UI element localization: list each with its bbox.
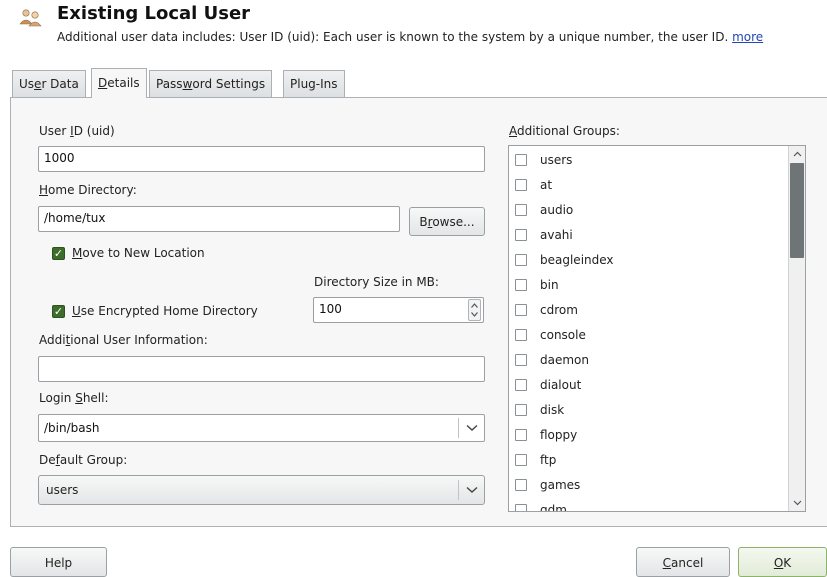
group-label: avahi (540, 228, 573, 242)
group-checkbox[interactable] (515, 404, 527, 416)
group-item-gdm[interactable]: gdm (515, 500, 567, 512)
browse-button[interactable]: Browse... (409, 207, 485, 236)
additional-info-input[interactable] (38, 356, 485, 382)
tab-details[interactable]: Details (91, 68, 147, 98)
group-label: gdm (540, 503, 567, 512)
tab-password-settings[interactable]: Password Settings (149, 70, 273, 97)
page-subtitle: Additional user data includes: User ID (… (57, 30, 763, 44)
group-item-cdrom[interactable]: cdrom (515, 300, 578, 320)
group-item-beagleindex[interactable]: beagleindex (515, 250, 614, 270)
login-shell-label: Login Shell: (39, 391, 109, 405)
group-item-at[interactable]: at (515, 175, 552, 195)
chevron-down-icon[interactable] (458, 480, 484, 500)
group-label: daemon (540, 353, 589, 367)
scroll-down-icon[interactable] (789, 495, 805, 511)
group-item-console[interactable]: console (515, 325, 586, 345)
group-label: floppy (540, 428, 578, 442)
group-item-daemon[interactable]: daemon (515, 350, 589, 370)
additional-groups-label: Additional Groups: (509, 124, 620, 138)
additional-groups-list[interactable]: users at audio avahi beagleindex bin cdrom cons… (508, 145, 806, 512)
group-checkbox[interactable] (515, 229, 527, 241)
help-button[interactable]: Help (10, 547, 107, 577)
directory-size-spinbox[interactable]: 100 (313, 297, 484, 323)
cancel-button[interactable]: Cancel (636, 547, 730, 577)
scroll-up-icon[interactable] (789, 146, 805, 162)
group-item-floppy[interactable]: floppy (515, 425, 577, 445)
group-item-bin[interactable]: bin (515, 275, 559, 295)
group-label: disk (540, 403, 565, 417)
group-item-users[interactable]: users (515, 150, 572, 170)
move-to-new-location-label: Move to New Location (72, 246, 205, 260)
chevron-down-icon[interactable] (458, 418, 484, 438)
users-icon (18, 6, 44, 28)
move-to-new-location-checkbox[interactable]: ✓ (52, 247, 65, 260)
tab-user-data[interactable]: User Data (12, 70, 86, 97)
scroll-thumb[interactable] (790, 163, 804, 258)
group-item-disk[interactable]: disk (515, 400, 564, 420)
tab-plug-ins[interactable]: Plug-Ins (283, 70, 345, 97)
group-label: dialout (540, 378, 582, 392)
encrypted-home-label: Use Encrypted Home Directory (72, 304, 258, 318)
group-checkbox[interactable] (515, 204, 527, 216)
group-item-ftp[interactable]: ftp (515, 450, 556, 470)
group-checkbox[interactable] (515, 354, 527, 366)
group-checkbox[interactable] (515, 379, 527, 391)
more-link[interactable]: more (732, 30, 763, 44)
group-checkbox[interactable] (515, 479, 527, 491)
group-label: games (540, 478, 581, 492)
group-label: audio (540, 203, 574, 217)
default-group-select[interactable]: users (38, 475, 485, 505)
ok-button[interactable]: OK (738, 547, 827, 577)
spin-arrows-icon[interactable] (468, 299, 481, 321)
group-item-audio[interactable]: audio (515, 200, 573, 220)
group-checkbox[interactable] (515, 179, 527, 191)
login-shell-combo[interactable]: /bin/bash (38, 414, 485, 442)
default-group-label: Default Group: (39, 453, 128, 467)
subtitle-text: Additional user data includes: User ID (… (57, 30, 729, 44)
group-label: users (540, 153, 573, 167)
groups-scrollbar[interactable] (788, 146, 805, 511)
group-checkbox[interactable] (515, 154, 527, 166)
group-label: console (540, 328, 586, 342)
directory-size-label: Directory Size in MB: (314, 275, 439, 289)
group-label: beagleindex (540, 253, 614, 267)
encrypted-home-checkbox[interactable]: ✓ (52, 305, 65, 318)
group-item-avahi[interactable]: avahi (515, 225, 573, 245)
group-checkbox[interactable] (515, 454, 527, 466)
group-checkbox[interactable] (515, 504, 527, 511)
group-label: ftp (540, 453, 557, 467)
group-label: bin (540, 278, 559, 292)
group-label: cdrom (540, 303, 578, 317)
home-directory-input[interactable]: /home/tux (38, 206, 400, 232)
group-label: at (540, 178, 553, 192)
additional-info-label: Additional User Information: (39, 333, 208, 347)
page-title: Existing Local User (57, 3, 251, 24)
group-checkbox[interactable] (515, 279, 527, 291)
home-directory-label: Home Directory: (39, 183, 137, 197)
group-checkbox[interactable] (515, 429, 527, 441)
uid-input[interactable]: 1000 (38, 146, 485, 172)
group-checkbox[interactable] (515, 254, 527, 266)
group-checkbox[interactable] (515, 304, 527, 316)
group-item-dialout[interactable]: dialout (515, 375, 581, 395)
group-item-games[interactable]: games (515, 475, 580, 495)
uid-label: User ID (uid) (39, 124, 115, 138)
group-checkbox[interactable] (515, 329, 527, 341)
